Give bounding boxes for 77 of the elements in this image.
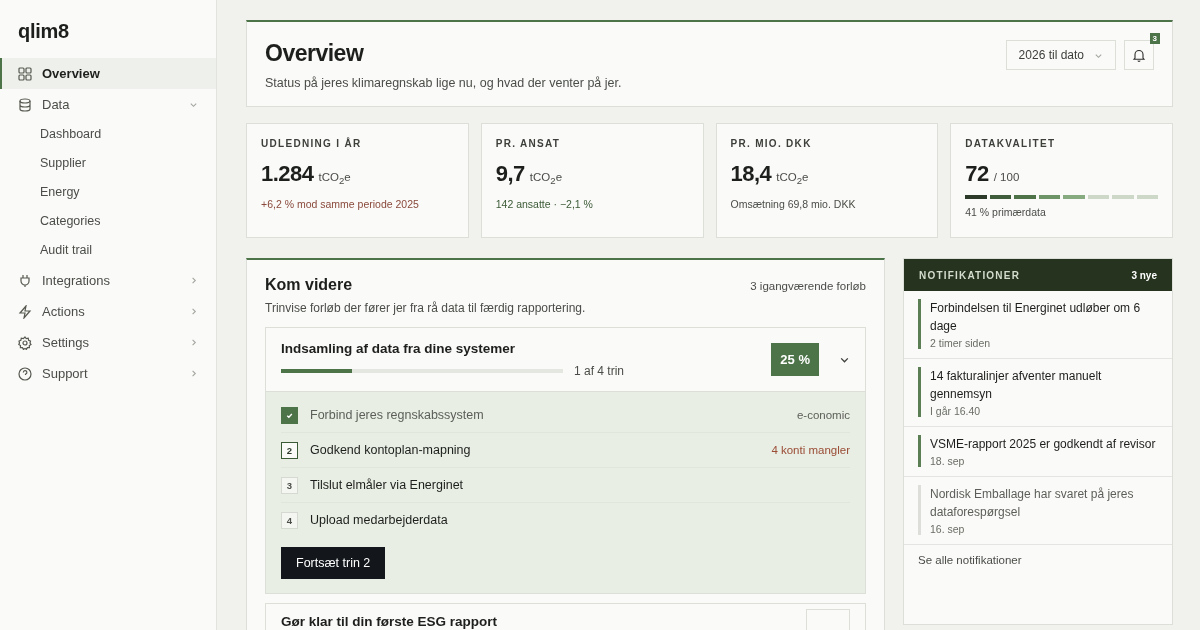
stat-value: 9,7: [495, 161, 525, 187]
section-title: Kom videre: [265, 276, 353, 294]
step-note: 4 konti mangler: [771, 444, 850, 456]
flow-title: Indsamling af data fra dine systemer: [281, 341, 517, 356]
chevron-icon: [189, 100, 198, 109]
chevron-icon: [189, 276, 198, 285]
stat-note: Omsætning 69,8 mio. DKK: [730, 198, 857, 210]
step-number: 2: [281, 441, 298, 459]
panel-title: NOTIFIKATIONER: [919, 269, 1021, 281]
stat-value: 18,4: [730, 161, 772, 187]
chevron-icon: [189, 338, 198, 347]
page-subtitle: Status på jeres klimaregnskab lige nu, og hvad der venter på jer.: [265, 76, 622, 90]
nav-subitem[interactable]: Categories: [0, 207, 216, 236]
nav-item[interactable]: Actions: [0, 296, 216, 327]
notification-button[interactable]: [1124, 40, 1154, 70]
step-label: Tilslut elmåler via Energinet: [310, 478, 465, 492]
stat-unit: tCO$_{2}$e: [529, 171, 563, 187]
stat-label: PR. ANSAT: [495, 138, 562, 149]
progress-text: 1 af 4 trin: [574, 364, 625, 378]
stat-value: 1.284: [261, 161, 314, 187]
step-note: e-conomic: [796, 409, 850, 421]
percent-badge: 25 %: [771, 343, 819, 376]
continue-button[interactable]: Fortsæt trin 2: [281, 547, 386, 579]
nav-item[interactable]: Integrations: [0, 265, 216, 296]
see-all-link[interactable]: Se alle notifikationer: [904, 545, 1036, 575]
brand-logo: qlim8: [17, 19, 70, 44]
stat-note: +6,2 % mod samme periode 2025: [261, 198, 420, 210]
stat-unit: tCO$_{2}$e: [318, 171, 351, 187]
notification-item[interactable]: VSME-rapport 2025 er godkendt af revisor 18. sep: [904, 427, 1172, 477]
step-number: 3: [281, 476, 298, 494]
help-icon: [18, 366, 32, 381]
notification-item[interactable]: Nordisk Emballage har svaret på jeres dataforespørgsel 16. sep: [904, 477, 1172, 545]
notification-time: 2 timer siden: [930, 337, 992, 349]
period-dropdown[interactable]: 2026 til dato: [1005, 40, 1116, 70]
notification-item[interactable]: 14 fakturalinjer afventer manuelt gennemsyn I går 16.40: [904, 359, 1172, 427]
nav-subitem[interactable]: Dashboard: [0, 120, 216, 149]
step-number: 4: [281, 511, 298, 529]
chevron-icon: [189, 307, 198, 316]
nav-subitem[interactable]: Supplier: [0, 149, 216, 178]
nav-item[interactable]: Overview: [0, 58, 216, 89]
flow-title: Gør klar til din første ESG rapport: [281, 613, 499, 629]
notification-item[interactable]: Forbindelsen til Energinet udløber om 6 dage 2 timer siden: [904, 291, 1172, 359]
nav-subitem[interactable]: Energy: [0, 178, 216, 207]
stat-label: DATAKVALITET: [965, 138, 1057, 149]
notification-text: VSME-rapport 2025 er godkendt af revisor: [930, 436, 1157, 453]
step-label: Forbind jeres regnskabssystem: [310, 408, 485, 422]
grid-icon: [18, 66, 32, 81]
notification-time: I går 16.40: [930, 405, 982, 417]
flow-count: 3 igangværende forløb: [750, 280, 866, 292]
page-title: Overview: [265, 40, 365, 67]
stat-label: PR. MIO. DKK: [730, 138, 813, 149]
stat-label: UDLEDNING I ÅR: [261, 138, 363, 149]
notification-time: 16. sep: [930, 523, 966, 535]
chevron-icon: [189, 369, 198, 378]
notification-text: Forbindelsen til Energinet udløber om 6 dage: [930, 300, 1142, 335]
lightning-icon: [18, 304, 32, 319]
stat-note: 41 % primærdata: [965, 206, 1047, 218]
notification-text: Nordisk Emballage har svaret på jeres dataforespørgsel: [930, 486, 1135, 521]
stat-unit: / 100: [993, 171, 1020, 183]
nav-item[interactable]: Settings: [0, 327, 216, 358]
nav-item[interactable]: Data: [0, 89, 216, 120]
settings-icon: [18, 335, 32, 350]
stat-note: 142 ansatte · −2,1 %: [495, 198, 594, 210]
database-icon: [18, 97, 32, 112]
nav-subitem[interactable]: Audit trail: [0, 236, 216, 265]
step-label: Upload medarbejderdata: [310, 513, 449, 527]
new-count: 3 nye: [1131, 269, 1157, 281]
notification-badge: 3: [1149, 33, 1160, 44]
notification-text: 14 fakturalinjer afventer manuelt gennemsyn: [930, 368, 1103, 403]
stat-unit: tCO$_{2}$e: [776, 171, 809, 187]
bell-icon: [1132, 48, 1146, 62]
stat-value: 72: [965, 161, 989, 187]
nav-item[interactable]: Support: [0, 358, 216, 389]
notification-time: 18. sep: [930, 455, 966, 467]
plug-icon: [18, 273, 32, 288]
step-label: Godkend kontoplan-mapning: [310, 443, 472, 457]
section-subtitle: Trinvise forløb der fører jer fra rå data til færdig rapportering.: [265, 301, 587, 315]
